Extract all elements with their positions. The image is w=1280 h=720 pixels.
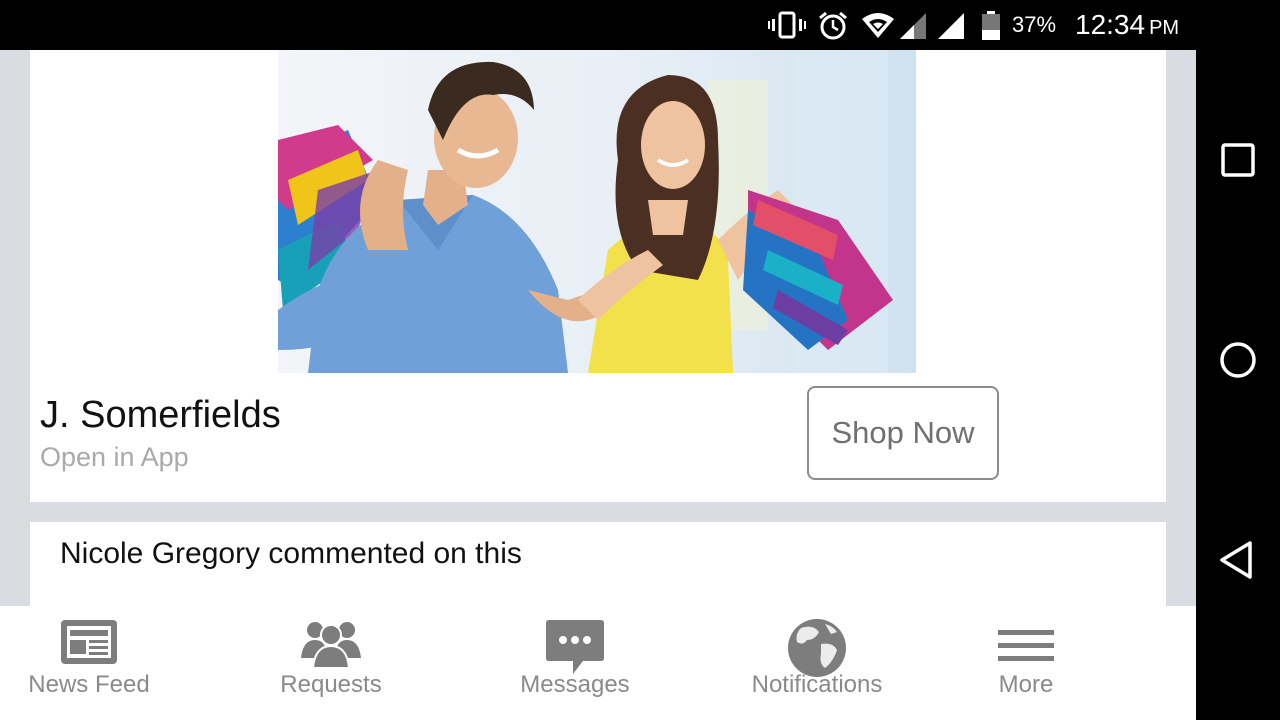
tab-news-feed[interactable]: News Feed	[14, 606, 164, 720]
status-bar: 37% 12:34 PM	[0, 0, 1196, 50]
sponsored-ad-card[interactable]: J. Somerfields Open in App Shop Now	[30, 50, 1166, 502]
tab-notifications[interactable]: Notifications	[732, 606, 902, 720]
battery-icon	[982, 11, 1000, 40]
clock-time: 12:34	[1075, 9, 1146, 40]
messages-icon	[546, 620, 604, 674]
story-header-text: Nicole Gregory commented on this	[60, 537, 522, 570]
story-card[interactable]: Nicole Gregory commented on this	[30, 522, 1166, 606]
battery-percent: 37%	[1012, 12, 1057, 37]
shopping-couple-photo	[278, 50, 916, 373]
ad-image[interactable]	[278, 50, 916, 373]
tab-messages[interactable]: Messages	[500, 606, 650, 720]
vibrate-icon	[768, 11, 806, 39]
tab-notifications-label: Notifications	[751, 671, 883, 698]
tab-more-label: More	[998, 671, 1054, 698]
tab-news-feed-label: News Feed	[28, 671, 150, 698]
alarm-icon	[819, 11, 847, 40]
advertiser-name[interactable]: J. Somerfields	[40, 394, 281, 437]
tab-requests[interactable]: Requests	[256, 606, 406, 720]
home-icon[interactable]	[1216, 338, 1260, 382]
cell-signal-icon	[900, 13, 926, 39]
shop-now-button[interactable]: Shop Now	[807, 386, 999, 480]
clock-ampm: PM	[1149, 17, 1180, 39]
bottom-tab-bar: News Feed Requests Messages Notification…	[0, 606, 1196, 720]
system-nav-bar	[1196, 0, 1280, 720]
requests-icon	[301, 622, 361, 668]
recents-icon[interactable]	[1216, 138, 1260, 182]
open-in-app-link[interactable]: Open in App	[40, 442, 189, 473]
tab-requests-label: Requests	[280, 671, 382, 698]
clock: 12:34 PM	[1075, 9, 1179, 41]
news-feed-icon	[61, 620, 117, 664]
tab-more[interactable]: More	[966, 606, 1086, 720]
wifi-icon	[862, 13, 894, 38]
globe-icon	[788, 619, 846, 677]
menu-icon	[998, 630, 1054, 661]
back-icon[interactable]	[1216, 538, 1260, 582]
cell-signal-icon	[938, 13, 964, 39]
tab-messages-label: Messages	[520, 671, 630, 698]
news-feed[interactable]: J. Somerfields Open in App Shop Now Nico…	[0, 50, 1196, 606]
